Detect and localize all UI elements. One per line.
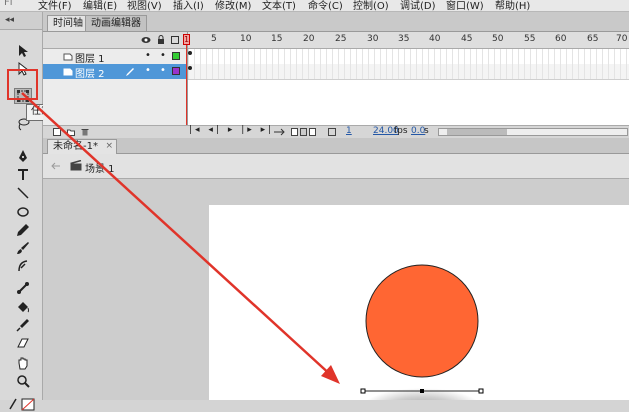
collapse-icon[interactable]: ◂◂ <box>5 15 14 25</box>
menu-insert[interactable]: 插入(I) <box>173 0 204 11</box>
app-logo: Fl <box>4 0 13 8</box>
eye-icon[interactable] <box>141 36 151 44</box>
document-tab[interactable]: 未命名-1* × <box>47 139 117 154</box>
lock-dot[interactable]: • <box>160 65 166 76</box>
edit-markers-icon[interactable] <box>328 128 336 136</box>
ruler-number: 30 <box>367 34 379 44</box>
onion-skin-icon[interactable] <box>291 128 321 136</box>
ruler-number: 20 <box>303 34 315 44</box>
menu-debug[interactable]: 调试(D) <box>400 0 436 11</box>
back-arrow-icon[interactable] <box>51 162 61 170</box>
pencil-edit-icon <box>126 68 134 76</box>
panel-tab-bar: 时间轴 动画编辑器 <box>43 12 629 32</box>
oval-tool-icon[interactable] <box>14 204 32 220</box>
document-tab-bar: 未命名-1* × <box>43 138 629 154</box>
ruler-number: 60 <box>555 34 567 44</box>
deco-tool-icon[interactable] <box>14 258 32 274</box>
outline-color-swatch[interactable] <box>172 67 180 75</box>
brush-tool-icon[interactable] <box>14 240 32 256</box>
outline-icon[interactable] <box>171 36 179 44</box>
frame-row[interactable] <box>188 49 629 65</box>
menu-view[interactable]: 视图(V) <box>127 0 162 11</box>
timeline-footer: |◂ ◂| ▸ |▸ ▸| 1 24.00 fps 0.0 s <box>43 125 629 138</box>
center-frame-icon[interactable] <box>273 128 285 136</box>
layer-list: 图层 1 • • 图层 2 • • <box>43 32 188 127</box>
menu-file[interactable]: 文件(F) <box>38 0 72 11</box>
ruler-number: 15 <box>271 34 283 44</box>
ruler-number: 50 <box>492 34 504 44</box>
new-layer-icon[interactable] <box>53 128 61 136</box>
playhead[interactable]: 1 <box>183 34 190 45</box>
frame-ruler[interactable]: 5 10 15 20 25 30 35 40 45 50 55 60 65 70 <box>188 32 629 49</box>
tools-panel-header[interactable]: ◂◂ <box>0 12 42 30</box>
menu-bar: Fl 文件(F) 编辑(E) 视图(V) 插入(I) 修改(M) 文本(T) 命… <box>0 0 629 12</box>
ruler-number: 25 <box>335 34 347 44</box>
ruler-number: 35 <box>398 34 410 44</box>
delete-layer-icon[interactable] <box>81 128 89 136</box>
layer-icon <box>63 68 73 76</box>
playhead-line <box>186 45 187 125</box>
ruler-number: 65 <box>587 34 599 44</box>
layer-name: 图层 1 <box>75 54 105 65</box>
hand-tool-icon[interactable] <box>14 355 32 371</box>
bone-tool-icon[interactable] <box>14 280 32 296</box>
menu-text[interactable]: 文本(T) <box>262 0 296 11</box>
frame-row-empty <box>188 79 629 94</box>
layer-name: 图层 2 <box>75 69 105 80</box>
current-frame[interactable]: 1 <box>346 126 352 136</box>
ruler-number: 5 <box>211 34 217 44</box>
stroke-color-icon[interactable] <box>8 396 38 412</box>
lock-dot[interactable]: • <box>160 50 166 61</box>
outline-color-swatch[interactable] <box>172 52 180 60</box>
menu-control[interactable]: 控制(O) <box>353 0 389 11</box>
menu-window[interactable]: 窗口(W) <box>446 0 484 11</box>
menu-help[interactable]: 帮助(H) <box>495 0 530 11</box>
clapperboard-icon <box>70 160 82 171</box>
ruler-number: 45 <box>461 34 473 44</box>
new-folder-icon[interactable] <box>67 128 75 136</box>
line-tool-icon[interactable] <box>14 185 32 201</box>
paint-bucket-tool-icon[interactable] <box>14 299 32 315</box>
ruler-number: 10 <box>240 34 252 44</box>
document-title: 未命名-1* <box>53 141 98 152</box>
eyedropper-tool-icon[interactable] <box>14 317 32 333</box>
playback-controls[interactable]: |◂ ◂| ▸ |▸ ▸| <box>189 125 274 135</box>
layer-header <box>43 32 187 49</box>
keyframe-marker <box>188 66 192 70</box>
layer-row[interactable]: 图层 2 • • <box>43 64 187 80</box>
scrollbar-thumb[interactable] <box>447 129 507 135</box>
timeline-scrollbar[interactable] <box>438 128 628 136</box>
menu-edit[interactable]: 编辑(E) <box>83 0 117 11</box>
zoom-tool-icon[interactable] <box>14 373 32 389</box>
tab-motion-editor[interactable]: 动画编辑器 <box>85 15 147 31</box>
frame-row[interactable] <box>188 64 629 80</box>
close-icon[interactable]: × <box>105 140 113 153</box>
lock-icon[interactable] <box>157 35 165 45</box>
visibility-dot[interactable]: • <box>145 65 151 76</box>
frame-grid[interactable]: 5 10 15 20 25 30 35 40 45 50 55 60 65 70 <box>188 32 629 127</box>
eraser-tool-icon[interactable] <box>14 335 32 351</box>
text-tool-icon[interactable] <box>14 166 32 182</box>
scene-label[interactable]: 场景 1 <box>85 160 115 175</box>
layer-icon <box>63 53 73 61</box>
stage-canvas[interactable] <box>209 205 629 400</box>
ruler-number: 40 <box>429 34 441 44</box>
timeline-panel: 图层 1 • • 图层 2 • • 5 10 15 20 25 30 35 40… <box>43 32 629 127</box>
frame-rate-unit: fps <box>394 126 408 136</box>
ruler-number: 70 <box>616 34 628 44</box>
tool-highlight-box <box>7 69 38 100</box>
pencil-tool-icon[interactable] <box>14 222 32 238</box>
menu-modify[interactable]: 修改(M) <box>215 0 251 11</box>
pen-tool-icon[interactable] <box>14 148 32 164</box>
scene-bar: 场景 1 <box>43 154 629 179</box>
visibility-dot[interactable]: • <box>145 50 151 61</box>
selection-tool-icon[interactable] <box>14 43 32 59</box>
ruler-number: 55 <box>524 34 536 44</box>
elapsed-time-unit: s <box>424 126 429 136</box>
keyframe-marker <box>188 51 192 55</box>
layer-row[interactable]: 图层 1 • • <box>43 49 187 65</box>
menu-commands[interactable]: 命令(C) <box>308 0 343 11</box>
tab-timeline[interactable]: 时间轴 <box>47 15 89 31</box>
